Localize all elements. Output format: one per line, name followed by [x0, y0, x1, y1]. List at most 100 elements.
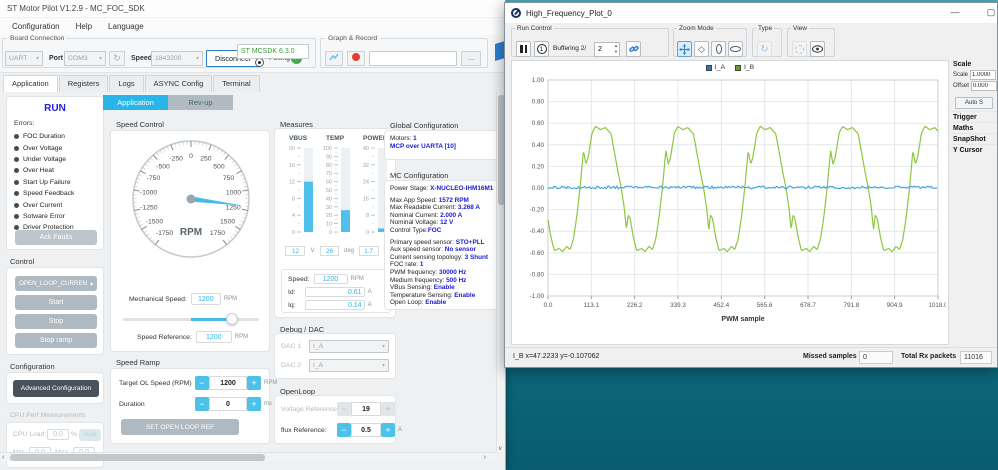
- refresh-ports-icon[interactable]: ↻: [109, 51, 125, 66]
- minus-button[interactable]: −: [195, 397, 209, 411]
- tab-terminal[interactable]: Terminal: [213, 75, 260, 92]
- slider-knob[interactable]: [225, 313, 238, 325]
- record-path-input[interactable]: [369, 51, 457, 66]
- duration-label: Duration: [119, 401, 145, 408]
- zoom-free-button[interactable]: [677, 41, 692, 57]
- dac1-select[interactable]: I_A ▾: [309, 340, 389, 353]
- mc-configuration-label: MC Configuration: [390, 171, 449, 180]
- menu-item-help[interactable]: Help: [68, 20, 100, 33]
- plus-button[interactable]: +: [247, 397, 261, 411]
- speed-reference-slider[interactable]: [123, 313, 259, 325]
- link-button[interactable]: [626, 41, 641, 57]
- scrollbar-thumb[interactable]: [10, 454, 265, 461]
- pause-button[interactable]: [516, 41, 531, 57]
- offset-input[interactable]: [970, 81, 997, 91]
- hf-plot-canvas[interactable]: -1.00 -0.80 -0.60 -0.40 -0.20 0.00 0.20 0.40 0.6…: [514, 74, 948, 340]
- svg-text:8: 8: [292, 196, 295, 202]
- plot-legend: I_A I_B: [512, 64, 948, 71]
- scale-section-header[interactable]: Scale: [951, 59, 997, 69]
- plus-button[interactable]: +: [381, 402, 395, 416]
- minimize-icon[interactable]: —: [941, 3, 969, 23]
- zoom-horizontal-button[interactable]: [728, 41, 743, 57]
- cpu-reset-button[interactable]: reset: [79, 429, 101, 441]
- view-points-button[interactable]: [792, 41, 807, 57]
- tab-async-config[interactable]: ASYNC Config: [144, 75, 213, 92]
- baudrate-select[interactable]: 1843200 ▾: [151, 51, 203, 66]
- tab-application[interactable]: Application: [3, 75, 58, 93]
- subtab-revup[interactable]: Rev-up: [168, 95, 233, 110]
- config-value: 12 V: [440, 219, 454, 227]
- legend-item-i_a[interactable]: I_A: [705, 64, 725, 71]
- zoom-box-button[interactable]: ◇: [694, 41, 709, 57]
- scroll-down-icon[interactable]: ∨: [498, 445, 502, 452]
- plot-titlebar[interactable]: High_Frequency_Plot_0 — ▢: [505, 3, 997, 23]
- one-circle-icon: 1: [536, 44, 547, 54]
- menu-item-configuration[interactable]: Configuration: [4, 20, 68, 33]
- chart-area[interactable]: -1.00 -0.80 -0.60 -0.40 -0.20 0.00 0.20 0.40 0.6…: [514, 74, 948, 345]
- port-select[interactable]: COM3 ▾: [64, 51, 106, 66]
- tab-registers[interactable]: Registers: [58, 75, 109, 92]
- polling-radio[interactable]: [255, 58, 264, 67]
- view-visibility-button[interactable]: [810, 41, 825, 57]
- minus-button[interactable]: −: [195, 376, 209, 390]
- minus-button[interactable]: −: [337, 402, 351, 416]
- iq-measure-value: 0.14: [304, 300, 365, 310]
- interface-select[interactable]: UART ▾: [5, 51, 43, 66]
- menu-bar: Configuration Help Language: [0, 18, 505, 35]
- menu-item-language[interactable]: Language: [100, 20, 152, 33]
- minus-button[interactable]: −: [337, 423, 351, 437]
- record-button[interactable]: [347, 51, 365, 66]
- section-header-maths[interactable]: Maths: [951, 122, 997, 133]
- interface-value: UART: [9, 55, 28, 62]
- graph-icon[interactable]: [325, 51, 343, 66]
- section-header-trigger[interactable]: Trigger: [951, 111, 997, 122]
- config-line: MCP over UARTA [10]: [390, 143, 496, 151]
- errors-label: Errors:: [14, 120, 35, 127]
- measure-value: 1.7: [358, 246, 379, 256]
- horizontal-scrollbar[interactable]: ‹ ›: [0, 452, 496, 461]
- auto-scale-button[interactable]: Auto S: [955, 97, 993, 109]
- config-line: Control Type:FOC: [390, 227, 496, 235]
- debug-dac-card: DAC 1 I_A ▾ DAC 2 I_A ▾: [274, 333, 396, 379]
- control-mode-select[interactable]: OPEN_LOOP_CURREN ▾: [15, 276, 97, 291]
- tab-logs[interactable]: Logs: [109, 75, 144, 92]
- scroll-right-icon[interactable]: ›: [484, 453, 486, 462]
- main-titlebar[interactable]: ST Motor Pilot V1.2.9 - MC_FOC_SDK: [0, 0, 505, 18]
- ack-faults-button[interactable]: Ack Faults: [15, 230, 97, 245]
- section-header-y-cursor[interactable]: Y Cursor: [951, 144, 997, 155]
- set-open-loop-ref-button[interactable]: SET OPEN LOOP REF: [121, 419, 239, 435]
- spin-arrows-icon[interactable]: ▲ ▼: [614, 43, 618, 55]
- scale-input[interactable]: [970, 70, 997, 80]
- section-header-snapshot[interactable]: SnapShot: [951, 133, 997, 144]
- buffering-spinbox[interactable]: 2 ▲ ▼: [594, 42, 620, 57]
- single-shot-button[interactable]: 1: [534, 41, 549, 57]
- browse-button[interactable]: ...: [461, 51, 481, 66]
- measure-value-row: 12 V: [283, 246, 317, 256]
- plus-button[interactable]: +: [381, 423, 395, 437]
- legend-item-i_b[interactable]: I_B: [735, 64, 754, 71]
- dac1-value: I_A: [313, 343, 324, 350]
- speed-control-card: -1750 -1500 -1250 -1000 -750 -500 -250 0 250 500 7…: [110, 130, 270, 352]
- dac2-select[interactable]: I_A ▾: [309, 359, 389, 372]
- subtab-application[interactable]: Application: [103, 95, 168, 110]
- plot-type-button[interactable]: ↻: [757, 41, 772, 57]
- stop-ramp-button[interactable]: Stop ramp: [15, 333, 97, 348]
- zoom-vertical-button[interactable]: [711, 41, 726, 57]
- maximize-icon[interactable]: ▢: [977, 3, 998, 23]
- chevron-down-icon: ▾: [381, 344, 385, 350]
- target-ol-speed-value[interactable]: 1200: [209, 376, 247, 390]
- stop-button[interactable]: Stop: [15, 314, 97, 329]
- firmware-field[interactable]: ST MCSDK 6.3.0: [237, 44, 309, 59]
- plus-button[interactable]: +: [247, 376, 261, 390]
- duration-unit: ms: [264, 401, 272, 407]
- duration-value[interactable]: 0: [209, 397, 247, 411]
- port-label: Port: [49, 55, 63, 62]
- voltage-reference-value[interactable]: 19: [351, 402, 381, 416]
- scroll-left-icon[interactable]: ‹: [2, 453, 4, 462]
- target-ol-speed-stepper: − 1200 + RPM: [195, 376, 277, 390]
- mechanical-speed-row: Mechanical Speed: 1200 RPM: [129, 293, 237, 305]
- advanced-configuration-button[interactable]: Advanced Configuration: [13, 380, 99, 397]
- board-connection-label: Board Connection: [10, 35, 65, 42]
- start-button[interactable]: Start: [15, 295, 97, 310]
- flux-reference-value[interactable]: 0.5: [351, 423, 381, 437]
